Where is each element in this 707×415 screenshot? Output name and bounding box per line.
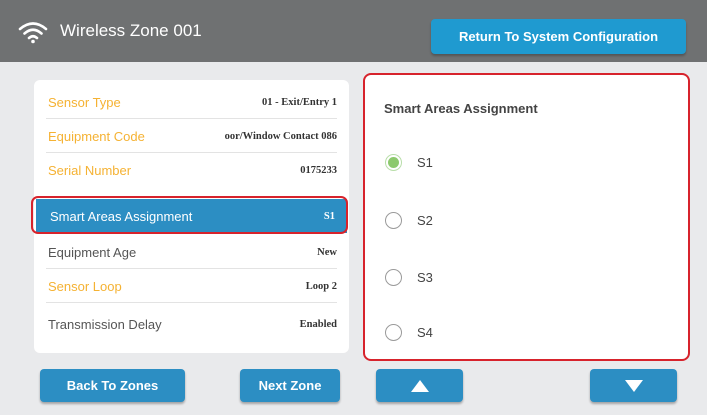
radio-button[interactable]: [385, 323, 402, 341]
radio-option-s1[interactable]: S1: [385, 151, 505, 173]
detail-label: Transmission Delay: [48, 316, 162, 332]
radio-button[interactable]: [385, 268, 402, 286]
detail-row-equipment-code[interactable]: Equipment Code oor/Window Contact 086: [34, 119, 349, 153]
radio-label: S2: [417, 212, 433, 228]
wifi-icon: [18, 22, 48, 44]
scroll-down-button[interactable]: [590, 369, 677, 402]
page-title: Wireless Zone 001: [60, 21, 202, 40]
radio-option-s2[interactable]: S2: [385, 209, 505, 231]
detail-value: Loop 2: [305, 280, 337, 292]
detail-value: Enabled: [299, 318, 337, 330]
smart-areas-assignment-panel: Smart Areas Assignment S1 S2 S3 S4: [363, 73, 690, 361]
radio-label: S4: [417, 324, 433, 340]
detail-row-sensor-type[interactable]: Sensor Type 01 - Exit/Entry 1: [34, 85, 349, 119]
selected-row-highlight: [31, 196, 348, 234]
detail-value: 0175233: [300, 164, 337, 176]
radio-option-s3[interactable]: S3: [385, 266, 505, 288]
panel-title: Smart Areas Assignment: [384, 101, 538, 116]
scroll-up-button[interactable]: [376, 369, 463, 402]
radio-button[interactable]: [385, 211, 402, 229]
down-arrow-icon: [624, 379, 643, 392]
radio-option-s4[interactable]: S4: [385, 321, 505, 343]
header-bar: Wireless Zone 001 Return To System Confi…: [0, 0, 707, 62]
detail-row-sensor-loop[interactable]: Sensor Loop Loop 2: [34, 269, 349, 303]
radio-label: S3: [417, 269, 433, 285]
detail-label: Sensor Type: [48, 94, 121, 110]
radio-button-selected[interactable]: [385, 153, 402, 171]
detail-label: Serial Number: [48, 162, 132, 178]
return-to-system-configuration-button[interactable]: Return To System Configuration: [431, 19, 686, 54]
detail-value: oor/Window Contact 086: [224, 130, 337, 142]
detail-value: 01 - Exit/Entry 1: [262, 96, 337, 108]
detail-row-transmission-delay[interactable]: Transmission Delay Enabled: [34, 307, 349, 341]
detail-label: Equipment Age: [48, 244, 137, 260]
back-to-zones-button[interactable]: Back To Zones: [40, 369, 185, 402]
detail-row-equipment-age[interactable]: Equipment Age New: [34, 235, 349, 269]
detail-label: Equipment Code: [48, 128, 145, 144]
detail-row-serial-number[interactable]: Serial Number 0175233: [34, 153, 349, 187]
detail-label: Sensor Loop: [48, 278, 122, 294]
up-arrow-icon: [410, 379, 429, 392]
radio-label: S1: [417, 154, 433, 170]
next-zone-button[interactable]: Next Zone: [240, 369, 340, 402]
detail-value: New: [317, 246, 337, 258]
